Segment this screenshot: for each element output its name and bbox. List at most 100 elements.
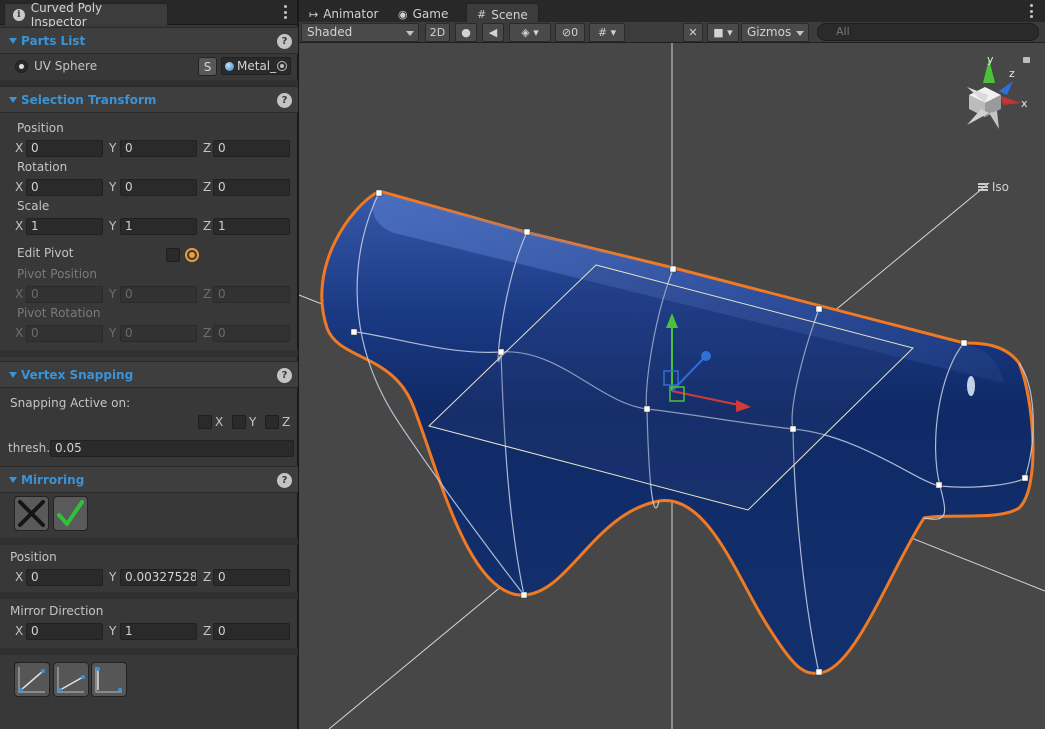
y-label: Y: [109, 624, 117, 638]
lock-icon[interactable]: [1023, 57, 1030, 63]
camera-dropdown[interactable]: ■ ▾: [707, 23, 739, 42]
scene-grid-icon: #: [477, 8, 487, 21]
control-point[interactable]: [520, 591, 528, 599]
z-label: Z: [203, 219, 212, 233]
material-field[interactable]: Metal_: [221, 57, 291, 75]
z-axis-handle[interactable]: [701, 351, 711, 361]
help-icon[interactable]: ?: [277, 368, 292, 383]
inspector-menu-icon[interactable]: [281, 5, 289, 19]
scale-x-field[interactable]: 1: [26, 218, 103, 235]
help-icon[interactable]: ?: [277, 34, 292, 49]
mirroring-header[interactable]: Mirroring ?: [0, 466, 298, 493]
grid-icon: # ▾: [597, 26, 617, 39]
snap-y-checkbox[interactable]: [232, 415, 246, 429]
edit-pivot-checkbox[interactable]: [166, 248, 180, 262]
mirror-position-x-field[interactable]: 0: [26, 569, 103, 586]
scene-render[interactable]: y z x: [299, 43, 1045, 729]
gizmo-y-label: y: [987, 53, 994, 66]
specular-highlight: [967, 376, 975, 396]
control-point[interactable]: [960, 339, 968, 347]
foldout-arrow-icon: [9, 371, 17, 378]
scale-z-field[interactable]: 1: [213, 218, 290, 235]
control-point[interactable]: [523, 228, 531, 236]
tab-label: Game: [412, 7, 449, 21]
snap-x-checkbox[interactable]: [198, 415, 212, 429]
mirror-position-z-field[interactable]: 0: [213, 569, 290, 586]
mirror-position-y-field[interactable]: 0.00327528: [120, 569, 197, 586]
y-label: Y: [109, 219, 117, 233]
control-point[interactable]: [375, 189, 383, 197]
x-label: X: [15, 141, 24, 155]
parts-list-header[interactable]: Parts List ?: [0, 27, 298, 54]
mirror-off-button[interactable]: [14, 496, 49, 531]
lighting-toggle[interactable]: ●: [455, 23, 477, 42]
scene-viewport[interactable]: y z x Iso: [299, 43, 1045, 729]
z-label: Z: [203, 287, 212, 301]
mirror-direction-z-field[interactable]: 0: [213, 623, 290, 640]
control-point[interactable]: [815, 668, 823, 676]
help-icon[interactable]: ?: [277, 93, 292, 108]
z-axis-cone[interactable]: [999, 81, 1013, 95]
control-point[interactable]: [350, 328, 358, 336]
x-axis-cone[interactable]: [1001, 96, 1021, 105]
mirror-direction-x-field[interactable]: 0: [26, 623, 103, 640]
rotation-z-field[interactable]: 0: [213, 179, 290, 196]
pivot-position-label: Pivot Position: [17, 267, 97, 281]
scene-menu-icon[interactable]: [1027, 4, 1035, 18]
mirror-axis-shallow-button[interactable]: [53, 662, 89, 697]
effects-dropdown[interactable]: ◈ ▾: [509, 23, 551, 42]
y-label: Y: [109, 180, 117, 194]
info-icon: i: [13, 8, 25, 21]
scale-y-field[interactable]: 1: [120, 218, 197, 235]
control-point[interactable]: [815, 305, 823, 313]
grid-dropdown[interactable]: # ▾: [589, 23, 625, 42]
tools-icon: ✕: [688, 26, 698, 39]
snap-x-label: X: [215, 415, 224, 429]
mirror-position-label: Position: [10, 550, 57, 564]
orientation-gizmo[interactable]: y z x: [967, 53, 1030, 129]
position-x-field[interactable]: 0: [26, 140, 103, 157]
snap-z-checkbox[interactable]: [265, 415, 279, 429]
inspector-tabbar: i Curved Poly Inspector: [0, 0, 297, 29]
selection-transform-header[interactable]: Selection Transform ?: [0, 86, 298, 113]
control-point[interactable]: [1021, 474, 1029, 482]
part-select-radio[interactable]: [15, 60, 28, 73]
projection-toggle[interactable]: Iso: [977, 180, 1009, 194]
mirror-on-button[interactable]: [53, 496, 88, 531]
y-label: Y: [109, 141, 117, 155]
mirror-axis-diagonal-button[interactable]: [14, 662, 50, 697]
lightbulb-icon: ●: [461, 26, 471, 39]
mirror-axis-vertical-button[interactable]: [91, 662, 127, 697]
help-icon[interactable]: ?: [277, 473, 292, 488]
rotation-y-field[interactable]: 0: [120, 179, 197, 196]
solo-button[interactable]: S: [198, 57, 217, 76]
shading-mode-value: Shaded: [307, 25, 353, 39]
audio-toggle[interactable]: ◀: [482, 23, 504, 42]
control-point[interactable]: [643, 405, 651, 413]
game-controller-icon: ◉: [398, 7, 408, 21]
position-y-field[interactable]: 0: [120, 140, 197, 157]
mode-2d-toggle[interactable]: 2D: [425, 23, 450, 42]
hidden-objects-toggle[interactable]: ⊘ 0: [555, 23, 585, 42]
control-point[interactable]: [935, 481, 943, 489]
pivot-icon[interactable]: [185, 248, 199, 262]
control-point[interactable]: [789, 425, 797, 433]
vertex-snapping-header[interactable]: Vertex Snapping ?: [0, 361, 298, 388]
snap-y-label: Y: [249, 415, 257, 429]
control-point[interactable]: [669, 265, 677, 273]
threshold-field[interactable]: 0.05: [50, 440, 294, 457]
scene-search-input[interactable]: All: [817, 23, 1039, 41]
control-point[interactable]: [497, 348, 505, 356]
tools-toggle[interactable]: ✕: [683, 23, 703, 42]
gizmos-dropdown[interactable]: Gizmos: [741, 23, 809, 42]
vertex-snapping-title: Vertex Snapping: [21, 367, 134, 382]
shading-mode-dropdown[interactable]: Shaded: [301, 23, 419, 42]
object-picker-icon[interactable]: [277, 61, 287, 71]
mirroring-title: Mirroring: [21, 472, 85, 487]
mirror-direction-y-field[interactable]: 1: [120, 623, 197, 640]
rotation-x-field[interactable]: 0: [26, 179, 103, 196]
part-item-label[interactable]: UV Sphere: [34, 59, 97, 73]
tab-curved-poly-inspector[interactable]: i Curved Poly Inspector: [4, 1, 168, 29]
position-z-field[interactable]: 0: [213, 140, 290, 157]
animator-icon: ↦: [309, 7, 319, 21]
